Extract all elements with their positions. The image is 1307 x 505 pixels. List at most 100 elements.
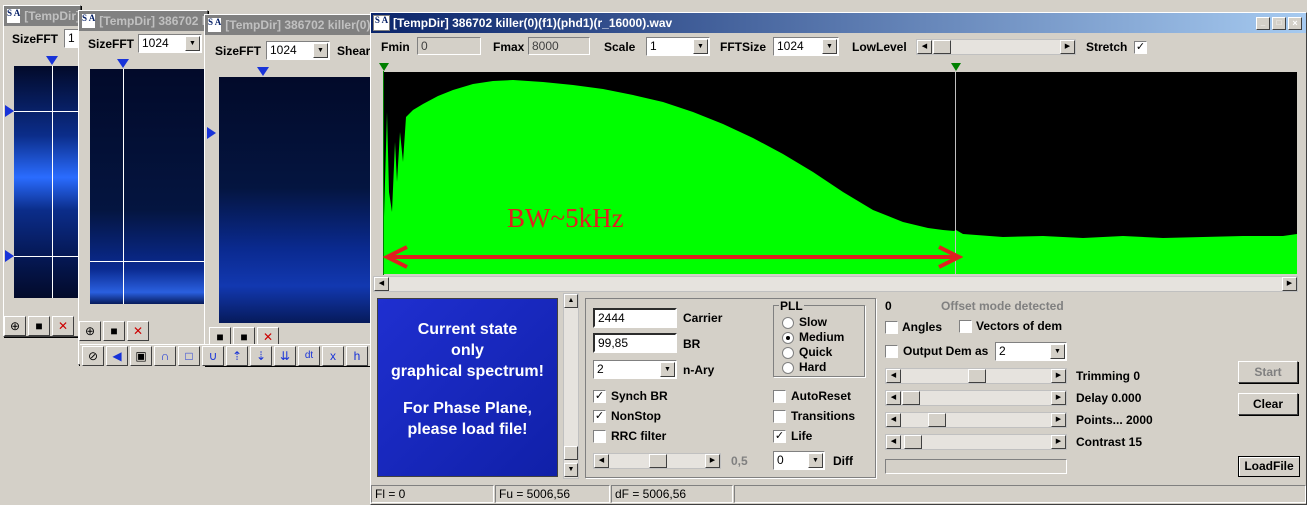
marker-left-icon[interactable] xyxy=(207,127,216,139)
right-arrow-icon[interactable]: ▶ xyxy=(705,454,720,468)
up-arrow-icon[interactable]: ▲ xyxy=(564,294,578,308)
back-window-2[interactable]: S A[TempDir] 386702 killer(0)(f1)(phd1)(… xyxy=(78,10,208,365)
angles-checkbox[interactable] xyxy=(885,321,898,334)
marker-top-icon[interactable] xyxy=(46,56,58,65)
left-arrow-icon[interactable]: ◀ xyxy=(886,369,901,383)
maximize-button[interactable]: □ xyxy=(1272,16,1286,30)
clear-button[interactable]: Clear xyxy=(1238,393,1298,415)
fftsize-combo[interactable]: 1024 ▼ xyxy=(773,37,839,56)
vectors-checkbox[interactable] xyxy=(959,320,972,333)
right-arrow-icon[interactable]: ▶ xyxy=(1051,369,1066,383)
chevron-down-icon[interactable]: ▼ xyxy=(313,43,328,58)
right-arrow-icon[interactable]: ▶ xyxy=(1051,413,1066,427)
down-arrow-icon[interactable]: ▼ xyxy=(564,463,578,477)
slider-thumb[interactable] xyxy=(649,454,667,468)
sizefft-combo[interactable]: 1024 ▼ xyxy=(138,34,202,53)
slider-thumb[interactable] xyxy=(904,435,922,449)
dt-icon[interactable]: dt xyxy=(298,346,320,366)
right-arrow-icon[interactable]: ▶ xyxy=(1051,391,1066,405)
left-arrow-icon[interactable]: ◀ xyxy=(886,413,901,427)
spectrum-scrollbar[interactable]: ◀ ▶ xyxy=(373,276,1298,292)
cup-icon[interactable]: ∪ xyxy=(202,346,224,366)
chevron-down-icon[interactable]: ▼ xyxy=(660,362,675,377)
marker-start-icon[interactable] xyxy=(379,63,389,71)
life-checkbox[interactable]: ✓ xyxy=(773,430,786,443)
back-window-3[interactable]: S A[TempDir] 386702 killer(0)(f1)(phd1)(… xyxy=(204,14,374,366)
nary-combo[interactable]: 2 ▼ xyxy=(593,360,677,379)
left-arrow-icon[interactable]: ◀ xyxy=(374,277,389,291)
close-icon[interactable]: ✕ xyxy=(127,321,149,341)
right-arrow-icon[interactable]: ▶ xyxy=(1282,277,1297,291)
marker-left-icon-2[interactable] xyxy=(5,250,14,262)
chevron-down-icon[interactable]: ▼ xyxy=(185,36,200,51)
arc-icon[interactable]: ∩ xyxy=(154,346,176,366)
output-dem-checkbox[interactable] xyxy=(885,345,898,358)
left-arrow-icon[interactable]: ◀ xyxy=(917,40,932,54)
output-dem-combo[interactable]: 2 ▼ xyxy=(995,342,1067,361)
br-input[interactable]: 99,85 xyxy=(593,333,677,353)
start-button[interactable]: Start xyxy=(1238,361,1298,383)
zoom-icon[interactable]: ⊕ xyxy=(79,321,101,341)
pll-quick-radio[interactable] xyxy=(782,347,794,359)
up-arrow-icon[interactable]: ⇡ xyxy=(226,346,248,366)
right-arrow-icon[interactable]: ▶ xyxy=(1060,40,1075,54)
nonstop-checkbox[interactable]: ✓ xyxy=(593,410,606,423)
br-slider[interactable]: ◀ ▶ xyxy=(593,453,721,469)
sizefft-combo[interactable]: 1024 ▼ xyxy=(266,41,330,60)
left-arrow-icon[interactable]: ◀ xyxy=(594,454,609,468)
marker-top-icon[interactable] xyxy=(257,67,269,76)
scale-combo[interactable]: 1 ▼ xyxy=(646,37,710,56)
slider-thumb[interactable] xyxy=(928,413,946,427)
save-icon[interactable]: ■ xyxy=(103,321,125,341)
left-arrow-icon[interactable]: ◀ xyxy=(886,391,901,405)
chevron-down-icon[interactable]: ▼ xyxy=(808,453,823,468)
carrier-input[interactable]: 2444 xyxy=(593,308,677,328)
rrc-filter-checkbox[interactable] xyxy=(593,430,606,443)
save-icon[interactable]: ■ xyxy=(28,316,50,336)
down-arrows-icon[interactable]: ⇊ xyxy=(274,346,296,366)
slider-thumb[interactable] xyxy=(968,369,986,383)
slider-thumb[interactable] xyxy=(902,391,920,405)
close-icon[interactable]: ✕ xyxy=(52,316,74,336)
marker-left-icon[interactable] xyxy=(5,105,14,117)
chevron-down-icon[interactable]: ▼ xyxy=(1050,344,1065,359)
slider-thumb[interactable] xyxy=(933,40,951,54)
marker-end-icon[interactable] xyxy=(951,63,961,71)
left-arrow-icon[interactable]: ◀ xyxy=(886,435,901,449)
chevron-down-icon[interactable]: ▼ xyxy=(693,39,708,54)
stretch-checkbox[interactable]: ✓ xyxy=(1134,41,1147,54)
transitions-checkbox[interactable] xyxy=(773,410,786,423)
frame-icon[interactable]: ▣ xyxy=(130,346,152,366)
square-icon[interactable]: □ xyxy=(178,346,200,366)
down-arrow-icon[interactable]: ⇣ xyxy=(250,346,272,366)
scroll-thumb[interactable] xyxy=(564,446,578,460)
marker-top-icon[interactable] xyxy=(117,59,129,68)
h-icon[interactable]: h xyxy=(346,346,368,366)
zoom-icon[interactable]: ⊕ xyxy=(4,316,26,336)
close-button[interactable]: × xyxy=(1288,16,1302,30)
synch-br-checkbox[interactable]: ✓ xyxy=(593,390,606,403)
right-arrow-icon[interactable]: ▶ xyxy=(1051,435,1066,449)
autoreset-checkbox[interactable] xyxy=(773,390,786,403)
loadfile-button[interactable]: LoadFile xyxy=(1238,456,1300,477)
chevron-down-icon[interactable]: ▼ xyxy=(822,39,837,54)
contrast-slider[interactable]: ◀ ▶ xyxy=(885,434,1067,450)
slider-value: 0,5 xyxy=(731,454,748,468)
diff-combo[interactable]: 0 ▼ xyxy=(773,451,825,470)
lowlevel-slider[interactable]: ◀ ▶ xyxy=(916,39,1076,55)
speaker-icon[interactable]: ◀ xyxy=(106,346,128,366)
back-window-1[interactable]: S A[TempDir] 386702 killer(0)(f1)(phd1)(… xyxy=(3,5,81,337)
pll-hard-radio[interactable] xyxy=(782,362,794,374)
main-window[interactable]: S A [TempDir] 386702 killer(0)(f1)(phd1)… xyxy=(370,12,1307,505)
minimize-button[interactable]: _ xyxy=(1256,16,1270,30)
spectrum-view xyxy=(383,72,1297,274)
pll-slow-radio[interactable] xyxy=(782,317,794,329)
stop-icon[interactable]: ⊘ xyxy=(82,346,104,366)
pll-medium-radio[interactable] xyxy=(782,332,794,344)
delay-slider[interactable]: ◀ ▶ xyxy=(885,390,1067,406)
trimming-slider[interactable]: ◀ ▶ xyxy=(885,368,1067,384)
info-scrollbar[interactable]: ▲ ▼ xyxy=(563,293,579,479)
points-slider[interactable]: ◀ ▶ xyxy=(885,412,1067,428)
x-icon[interactable]: x xyxy=(322,346,344,366)
vectors-label: Vectors of dem xyxy=(976,319,1063,333)
